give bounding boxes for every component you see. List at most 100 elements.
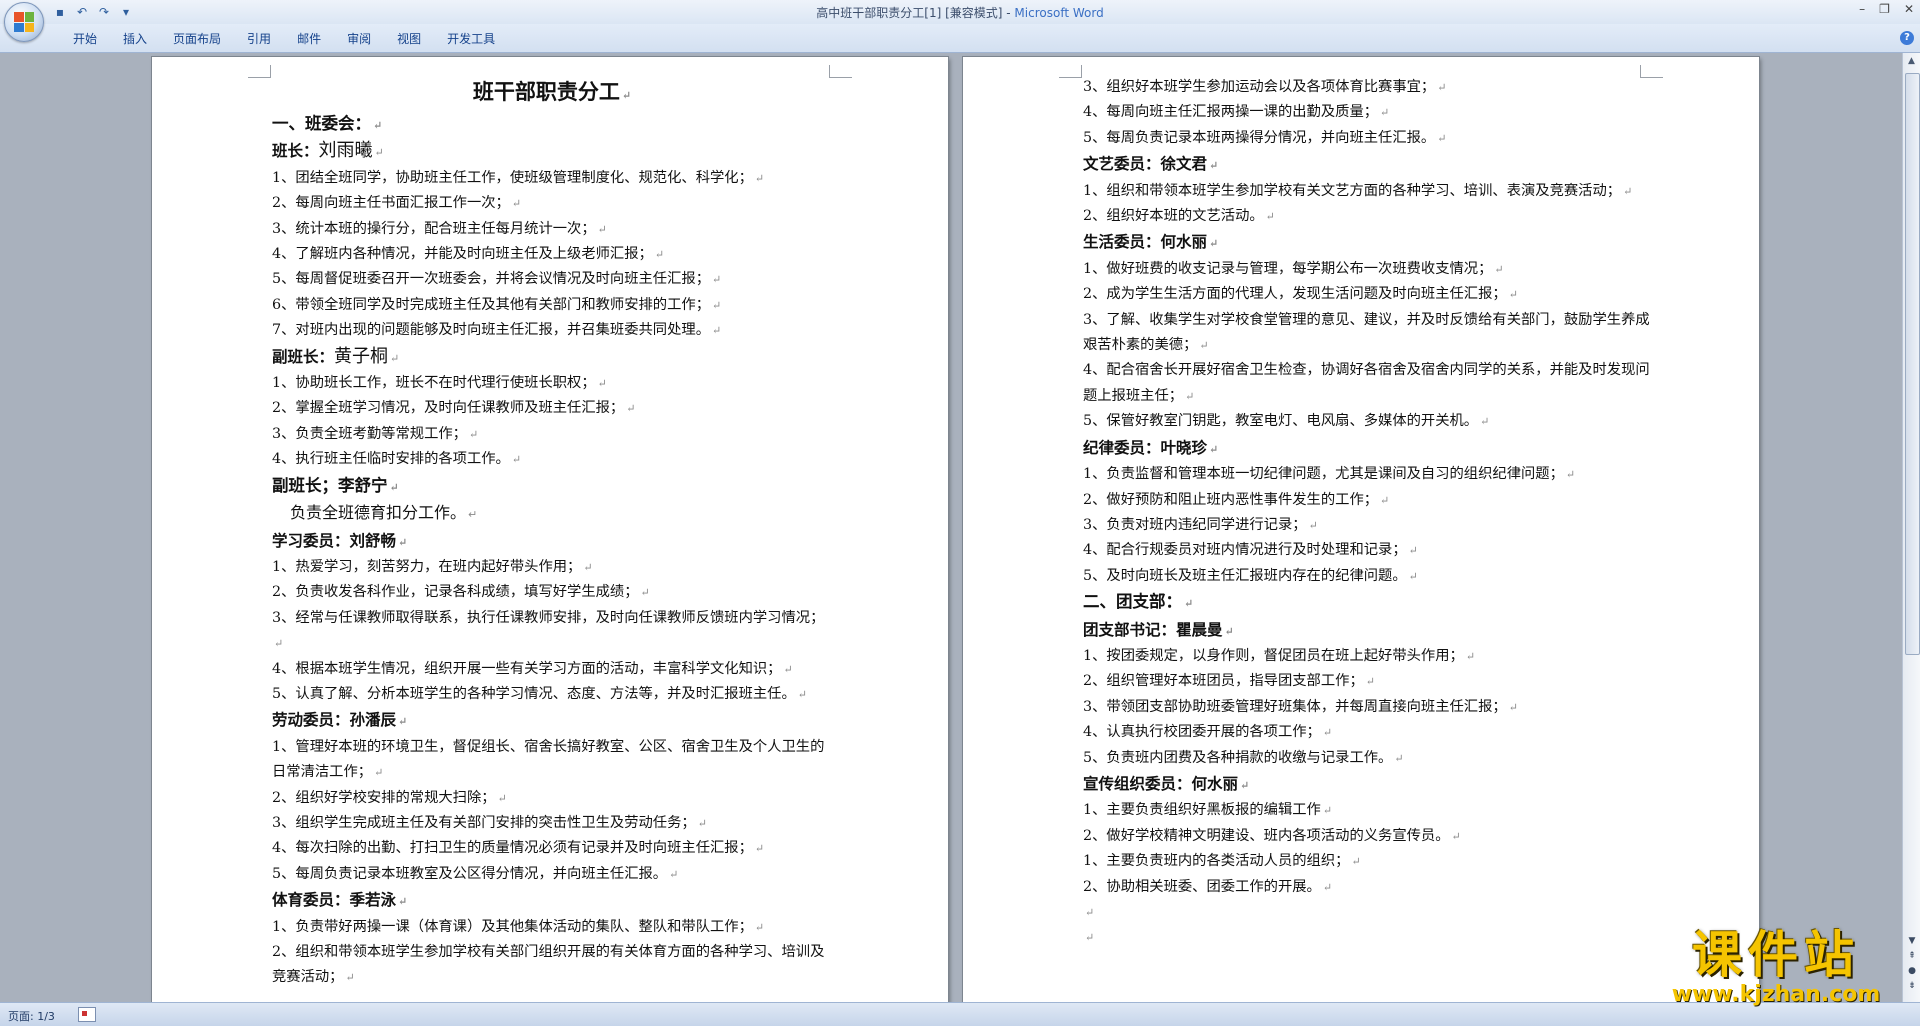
role-heading-text: 团支部书记：瞿晨曼 bbox=[1083, 619, 1223, 639]
tab-mailings[interactable]: 邮件 bbox=[284, 30, 334, 48]
paragraph-mark: ↵ bbox=[669, 867, 679, 881]
publicity-duties: 1、主要负责组织好黑板报的编辑工作 ↵ 2、做好学校精神文明建设、班内各项活动的义务… bbox=[1083, 798, 1658, 900]
duty-item: 1、协助班长工作，班长不在时代理行使班长职权； ↵ bbox=[272, 371, 832, 396]
pe-duties-part2: 3、组织好本班学生参加运动会以及各项体育比赛事宜； ↵ 4、每周向班主任汇报两操一课… bbox=[1083, 75, 1658, 151]
paragraph-mark: ↵ bbox=[389, 480, 399, 494]
paragraph-mark: ↵ bbox=[583, 560, 593, 574]
duty-item: 1、组织和带领本班学生参加学校有关文艺方面的各种学习、培训、表演及竞赛活动； ↵ bbox=[1083, 179, 1658, 204]
status-bar: 页面: 1/3 bbox=[0, 1002, 1920, 1026]
previous-page-icon[interactable]: ⇞ bbox=[1903, 951, 1920, 966]
duty-item-text: 2、做好学校精神文明建设、班内各项活动的义务宣传员。 bbox=[1083, 827, 1450, 844]
duty-item: 1、负责监督和管理本班一切纪律问题，尤其是课间及自习的组织纪律问题； ↵ bbox=[1083, 462, 1658, 487]
tab-review[interactable]: 审阅 bbox=[334, 30, 384, 48]
document-page-2[interactable]: 3、组织好本班学生参加运动会以及各项体育比赛事宜； ↵ 4、每周向班主任汇报两操一课… bbox=[963, 57, 1759, 1002]
tab-developer[interactable]: 开发工具 bbox=[434, 30, 508, 48]
paragraph-mark: ↵ bbox=[754, 842, 765, 856]
minimize-icon[interactable]: – bbox=[1859, 2, 1865, 16]
paragraph-mark: ↵ bbox=[398, 535, 408, 549]
page-indicator[interactable]: 页面: 1/3 bbox=[8, 1008, 55, 1024]
paragraph-mark: ↵ bbox=[1184, 597, 1194, 611]
paragraph-mark: ↵ bbox=[1308, 518, 1318, 532]
window-title: 高中班干部职责分工[1] [兼容模式] - Microsoft Word bbox=[0, 4, 1920, 21]
paragraph-mark: ↵ bbox=[1351, 855, 1361, 869]
tab-home[interactable]: 开始 bbox=[60, 30, 110, 48]
role-heading-text: 文艺委员：徐文君 bbox=[1083, 154, 1208, 174]
close-icon[interactable]: ✕ bbox=[1904, 2, 1914, 16]
duty-item: 3、经常与任课教师取得联系，执行任课教师安排，及时向任课教师反馈班内学习情况； ↵ bbox=[272, 606, 832, 657]
document-heading-text: 班干部职责分工 bbox=[472, 79, 620, 104]
role-heading: 学习委员：刘舒畅 ↵ bbox=[272, 528, 832, 555]
paragraph-mark: ↵ bbox=[621, 89, 632, 102]
scroll-up-icon[interactable]: ▲ bbox=[1905, 55, 1918, 68]
paragraph-mark: ↵ bbox=[1623, 184, 1633, 198]
restore-icon[interactable]: ❐ bbox=[1879, 2, 1890, 16]
duty-item-text: 1、团结全班同学，协助班主任工作，使班级管理制度化、规范化、科学化； bbox=[272, 169, 753, 186]
duty-item-text: 2、做好预防和阻止班内恶性事件发生的工作； bbox=[1083, 491, 1379, 508]
duty-item-text: 1、按团委规定，以身作则，督促团员在班上起好带头作用； bbox=[1083, 647, 1464, 664]
scroll-down-icon[interactable]: ▼ bbox=[1903, 936, 1920, 951]
duty-item-text: 5、保管好教室门钥匙，教室电灯、电风扇、多媒体的开关机。 bbox=[1083, 413, 1479, 430]
paragraph-mark: ↵ bbox=[797, 687, 807, 701]
role-heading-text: 体育委员：季若泳 bbox=[272, 890, 397, 910]
title-bar: ▪ ↶ ↷ ▾ 高中班干部职责分工[1] [兼容模式] - Microsoft … bbox=[0, 0, 1920, 42]
paragraph-mark: ↵ bbox=[1380, 106, 1390, 120]
duty-item: 4、执行班主任临时安排的各项工作。 ↵ bbox=[272, 447, 832, 472]
role-heading: 副班长：黄子桐 ↵ bbox=[272, 344, 832, 371]
macro-record-icon[interactable] bbox=[78, 1007, 96, 1022]
duty-item-text: 1、主要负责组织好黑板报的编辑工作 bbox=[1083, 802, 1321, 819]
duty-item-text: 5、认真了解、分析本班学生的各种学习情况、态度、方法等，并及时汇报班主任。 bbox=[272, 685, 796, 702]
tab-page-layout[interactable]: 页面布局 bbox=[160, 30, 234, 48]
role-heading: 副班长；李舒宁 ↵ bbox=[272, 473, 832, 500]
discipline-duties: 1、负责监督和管理本班一切纪律问题，尤其是课间及自习的组织纪律问题； ↵ 2、做好预… bbox=[1083, 462, 1658, 589]
duty-item: 2、掌握全班学习情况，及时向任课教师及班主任汇报； ↵ bbox=[272, 396, 832, 421]
duty-item: 7、对班内出现的问题能够及时向班主任汇报，并召集班委共同处理。 ↵ bbox=[272, 318, 832, 343]
paragraph-mark: ↵ bbox=[1085, 906, 1095, 919]
paragraph-mark: ↵ bbox=[1380, 493, 1390, 507]
browse-object-icon[interactable]: ● bbox=[1903, 966, 1920, 981]
duty-item: 2、负责收发各科作业，记录各科成绩，填写好学生成绩； ↵ bbox=[272, 580, 832, 605]
margin-corner-mark bbox=[248, 65, 271, 78]
office-button[interactable] bbox=[4, 2, 44, 42]
duty-item: 1、团结全班同学，协助班主任工作，使班级管理制度化、规范化、科学化； ↵ bbox=[272, 166, 832, 191]
duty-item: 5、每周负责记录本班教室及公区得分情况，并向班主任汇报。 ↵ bbox=[272, 862, 832, 887]
duty-item-text: 2、每周向班主任书面汇报工作一次； bbox=[272, 195, 510, 212]
role-heading: 体育委员：季若泳 ↵ bbox=[272, 887, 832, 914]
tab-references[interactable]: 引用 bbox=[234, 30, 284, 48]
document-heading: 班干部职责分工 ↵ bbox=[272, 75, 832, 113]
role-heading-text: 学习委员：刘舒畅 bbox=[272, 530, 397, 550]
paragraph-mark: ↵ bbox=[783, 662, 793, 676]
ribbon: 开始 插入 页面布局 引用 邮件 审阅 视图 开发工具 ? bbox=[0, 24, 1920, 53]
site-watermark: 课件站 www.kjzhan.com bbox=[1656, 928, 1896, 1007]
role-label: 班长： bbox=[272, 141, 319, 161]
duty-item: 4、每周向班主任汇报两操一课的出勤及质量； ↵ bbox=[1083, 100, 1658, 125]
duty-item-text: 2、组织和带领本班学生参加学校有关部门组织开展的有关体育方面的各种学习、培训及竞… bbox=[272, 944, 825, 986]
duty-item-text: 3、经常与任课教师取得联系，执行任课教师安排，及时向任课教师反馈班内学习情况； bbox=[272, 609, 825, 626]
duty-item-text: 4、根据本班学生情况，组织开展一些有关学习方面的活动，丰富科学文化知识； bbox=[272, 660, 782, 677]
paragraph-mark: ↵ bbox=[712, 273, 722, 287]
tab-insert[interactable]: 插入 bbox=[110, 30, 160, 48]
tab-view[interactable]: 视图 bbox=[384, 30, 434, 48]
arts-duties: 1、组织和带领本班学生参加学校有关文艺方面的各种学习、培训、表演及竞赛活动； ↵ 2… bbox=[1083, 179, 1658, 230]
role-heading-text: 劳动委员：孙潘辰 bbox=[272, 710, 397, 730]
paragraph-mark: ↵ bbox=[274, 637, 284, 651]
duty-item-text: 4、每次扫除的出勤、打扫卫生的质量情况必须有记录并及时向班主任汇报； bbox=[272, 840, 753, 857]
duty-item: 5、每周督促班委召开一次班委会，并将会议情况及时向班主任汇报； ↵ bbox=[272, 267, 832, 292]
paragraph-mark: ↵ bbox=[1224, 624, 1234, 638]
document-page-1[interactable]: 班干部职责分工 ↵ 一、班委会： ↵ 班长：刘雨曦 ↵ 1、团结全班同学，协助班主任工… bbox=[152, 57, 948, 1002]
scroll-thumb[interactable] bbox=[1905, 73, 1920, 655]
scroll-bottom-controls: ▼ ⇞ ● ⇟ bbox=[1903, 936, 1920, 996]
ribbon-tabs: 开始 插入 页面布局 引用 邮件 审阅 视图 开发工具 bbox=[60, 30, 508, 48]
page-content: 班干部职责分工 ↵ 一、班委会： ↵ 班长：刘雨曦 ↵ 1、团结全班同学，协助班主任工… bbox=[272, 75, 832, 991]
duty-item: 5、认真了解、分析本班学生的各种学习情况、态度、方法等，并及时汇报班主任。 ↵ bbox=[272, 682, 832, 707]
vertical-scrollbar[interactable]: ▲ ▼ ⇞ ● ⇟ bbox=[1902, 53, 1920, 1002]
help-icon[interactable]: ? bbox=[1900, 31, 1914, 45]
document-title: 高中班干部职责分工[1] [兼容模式] - bbox=[816, 6, 1015, 20]
next-page-icon[interactable]: ⇟ bbox=[1903, 981, 1920, 996]
watermark-url: www.kjzhan.com bbox=[1671, 982, 1881, 1007]
duty-item: 2、做好预防和阻止班内恶性事件发生的工作； ↵ bbox=[1083, 488, 1658, 513]
duty-item-text: 3、负责全班考勤等常规工作； bbox=[272, 425, 467, 442]
paragraph-mark: ↵ bbox=[1437, 81, 1447, 94]
paragraph-mark: ↵ bbox=[511, 453, 522, 467]
duty-item: 1、主要负责班内的各类活动人员的组织； ↵ bbox=[1083, 849, 1658, 874]
duty-item: 5、及时向班长及班主任汇报班内存在的纪律问题。 ↵ bbox=[1083, 564, 1658, 589]
